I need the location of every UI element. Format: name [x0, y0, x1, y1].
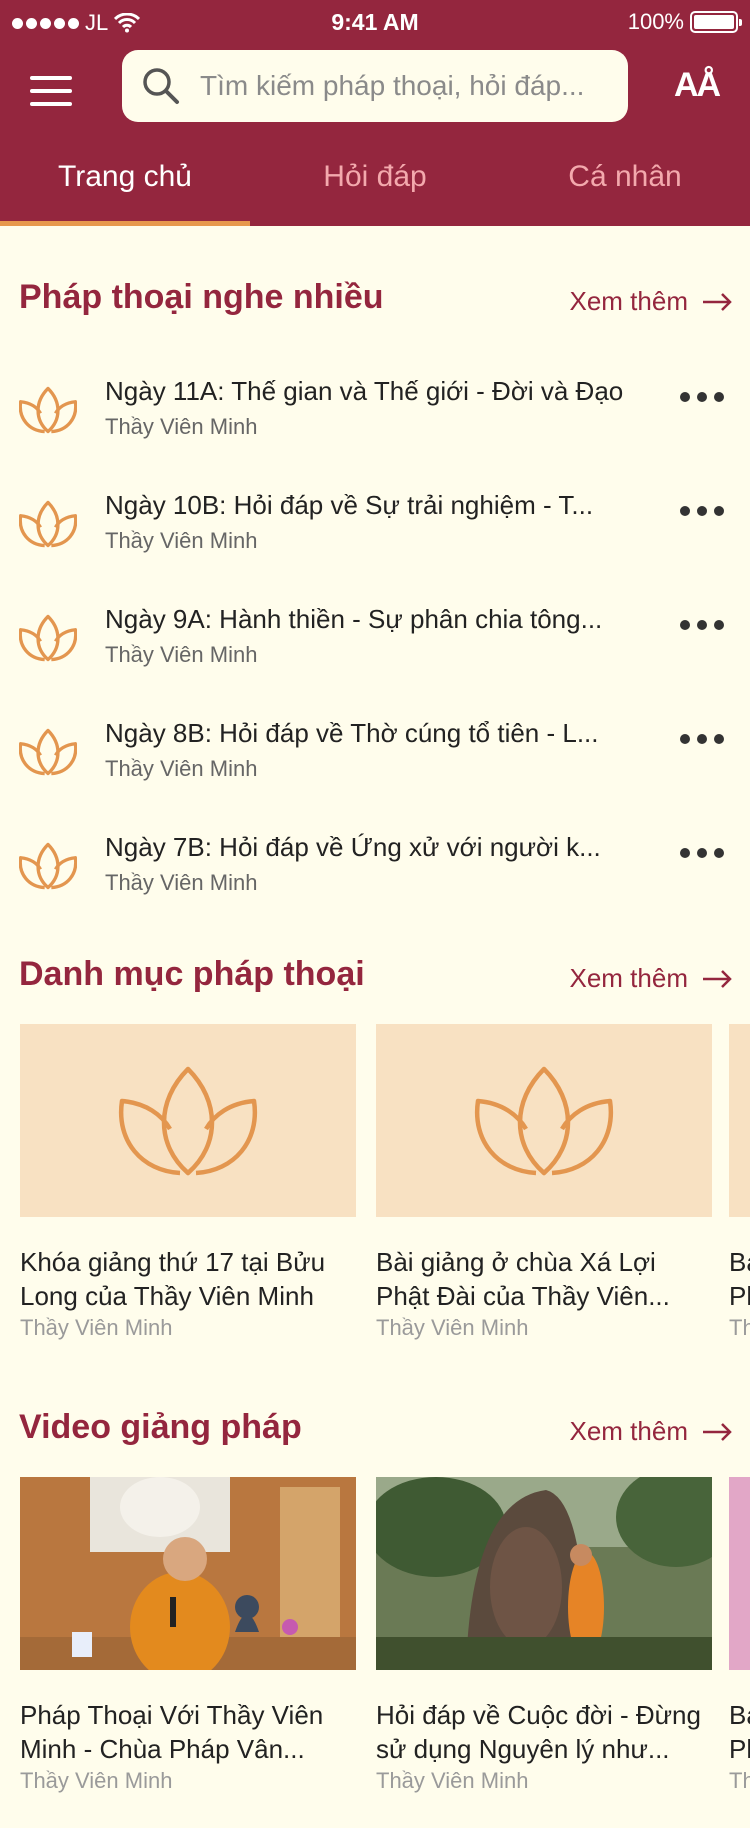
talk-author: Thầy Viên Minh — [105, 756, 258, 781]
lotus-icon — [474, 1066, 614, 1175]
category-title: Khóa giảng thứ 17 tại Bửu Long của Thầy … — [20, 1247, 326, 1311]
talk-title: Ngày 11A: Thế gian và Thế giới - Đời và … — [105, 376, 624, 406]
lotus-icon-wrap — [18, 842, 78, 895]
font-size-button[interactable]: AÅ — [674, 66, 721, 105]
section-title-categories: Danh mục pháp thoại — [19, 955, 365, 993]
more-options-icon[interactable] — [680, 506, 724, 516]
category-title: Bài giảng ở chùa Xá Lợi Phật Đài của Thầ… — [376, 1247, 670, 1311]
list-item[interactable]: Ngày 7B: Hỏi đáp về Ứng xử với người k..… — [0, 828, 750, 938]
lotus-icon — [18, 728, 78, 776]
talk-title: Ngày 9A: Hành thiền - Sự phân chia tông.… — [105, 604, 603, 634]
lotus-icon — [18, 842, 78, 890]
talk-title: Ngày 7B: Hỏi đáp về Ứng xử với người k..… — [105, 832, 601, 862]
category-card-partial[interactable]: Ba Ph Th — [729, 1024, 750, 1341]
more-options-icon[interactable] — [680, 620, 724, 630]
more-options-icon[interactable] — [680, 848, 724, 858]
talk-author: Thầy Viên Minh — [105, 642, 258, 667]
status-bar: JL 9:41 AM 100% — [0, 6, 750, 36]
lotus-icon-wrap — [18, 614, 78, 667]
see-more-label: Xem thêm — [569, 963, 689, 993]
talk-title: Ngày 8B: Hỏi đáp về Thờ cúng tổ tiên - L… — [105, 718, 599, 748]
talk-author: Thầy Viên Minh — [105, 414, 258, 439]
arrow-right-icon — [703, 292, 732, 311]
category-thumbnail — [20, 1024, 356, 1217]
battery-icon — [690, 11, 742, 33]
talk-author: Thầy Viên Minh — [105, 870, 258, 895]
monk-speaking-image — [20, 1477, 356, 1670]
list-item[interactable]: Ngày 9A: Hành thiền - Sự phân chia tông.… — [0, 600, 750, 710]
search-bar[interactable] — [122, 50, 628, 122]
lotus-icon — [18, 614, 78, 662]
video-title: Hỏi đáp về Cuộc đời - Đừng sử dụng Nguyê… — [376, 1700, 701, 1764]
see-more-videos[interactable]: Xem thêm — [570, 1416, 733, 1447]
section-title-popular: Pháp thoại nghe nhiều — [19, 278, 384, 316]
tab-qa[interactable]: Hỏi đáp — [250, 150, 500, 226]
tab-profile[interactable]: Cá nhân — [500, 150, 750, 226]
category-title-partial: Ph — [729, 1281, 750, 1311]
video-author: Thầy Viên Minh — [376, 1768, 529, 1793]
category-thumbnail — [376, 1024, 712, 1217]
section-title-videos: Video giảng pháp — [19, 1408, 302, 1446]
lotus-icon-wrap — [18, 728, 78, 781]
arrow-right-icon — [703, 1422, 732, 1441]
video-card[interactable]: Pháp Thoại Với Thầy Viên Minh - Chùa Phá… — [20, 1477, 356, 1794]
battery-percent: 100% — [627, 9, 684, 34]
search-input[interactable] — [200, 70, 610, 102]
video-author: Thầy Viên Minh — [20, 1768, 173, 1793]
category-author: Thầy Viên Minh — [20, 1315, 173, 1340]
see-more-label: Xem thêm — [569, 286, 689, 316]
lotus-icon — [18, 386, 78, 434]
see-more-popular[interactable]: Xem thêm — [570, 286, 733, 317]
lotus-icon-wrap — [18, 386, 78, 439]
video-thumbnail — [20, 1477, 356, 1670]
category-card[interactable]: Bài giảng ở chùa Xá Lợi Phật Đài của Thầ… — [376, 1024, 712, 1341]
category-author-partial: Th — [729, 1315, 750, 1340]
monk-in-forest-image — [376, 1477, 712, 1670]
talk-title: Ngày 10B: Hỏi đáp về Sự trải nghiệm - T.… — [105, 490, 594, 520]
video-title-partial: Ba — [729, 1700, 750, 1730]
video-thumbnail — [376, 1477, 712, 1670]
video-thumbnail — [729, 1477, 750, 1670]
see-more-label: Xem thêm — [569, 1416, 689, 1446]
video-title: Pháp Thoại Với Thầy Viên Minh - Chùa Phá… — [20, 1700, 324, 1764]
video-card[interactable]: Hỏi đáp về Cuộc đời - Đừng sử dụng Nguyê… — [376, 1477, 712, 1794]
category-card[interactable]: Khóa giảng thứ 17 tại Bửu Long của Thầy … — [20, 1024, 356, 1341]
list-item[interactable]: Ngày 11A: Thế gian và Thế giới - Đời và … — [0, 372, 750, 482]
arrow-right-icon — [703, 969, 732, 988]
see-more-categories[interactable]: Xem thêm — [570, 963, 733, 994]
lotus-icon-wrap — [18, 500, 78, 553]
category-title-partial: Ba — [729, 1247, 750, 1277]
lotus-icon — [118, 1066, 258, 1175]
category-thumbnail — [729, 1024, 750, 1217]
tab-bar: Trang chủ Hỏi đáp Cá nhân — [0, 150, 750, 226]
list-item[interactable]: Ngày 10B: Hỏi đáp về Sự trải nghiệm - T.… — [0, 486, 750, 596]
category-author: Thầy Viên Minh — [376, 1315, 529, 1340]
search-icon — [143, 68, 179, 104]
lotus-icon — [18, 500, 78, 548]
video-card-partial[interactable]: Ba Ph Th — [729, 1477, 750, 1794]
video-title-partial: Ph — [729, 1734, 750, 1764]
tab-home[interactable]: Trang chủ — [0, 150, 250, 226]
more-options-icon[interactable] — [680, 392, 724, 402]
video-author-partial: Th — [729, 1768, 750, 1793]
list-item[interactable]: Ngày 8B: Hỏi đáp về Thờ cúng tổ tiên - L… — [0, 714, 750, 824]
talk-author: Thầy Viên Minh — [105, 528, 258, 553]
hamburger-menu-icon[interactable] — [30, 76, 72, 106]
app-header: JL 9:41 AM 100% AÅ Trang chủ Hỏi đáp Cá … — [0, 0, 750, 226]
more-options-icon[interactable] — [680, 734, 724, 744]
